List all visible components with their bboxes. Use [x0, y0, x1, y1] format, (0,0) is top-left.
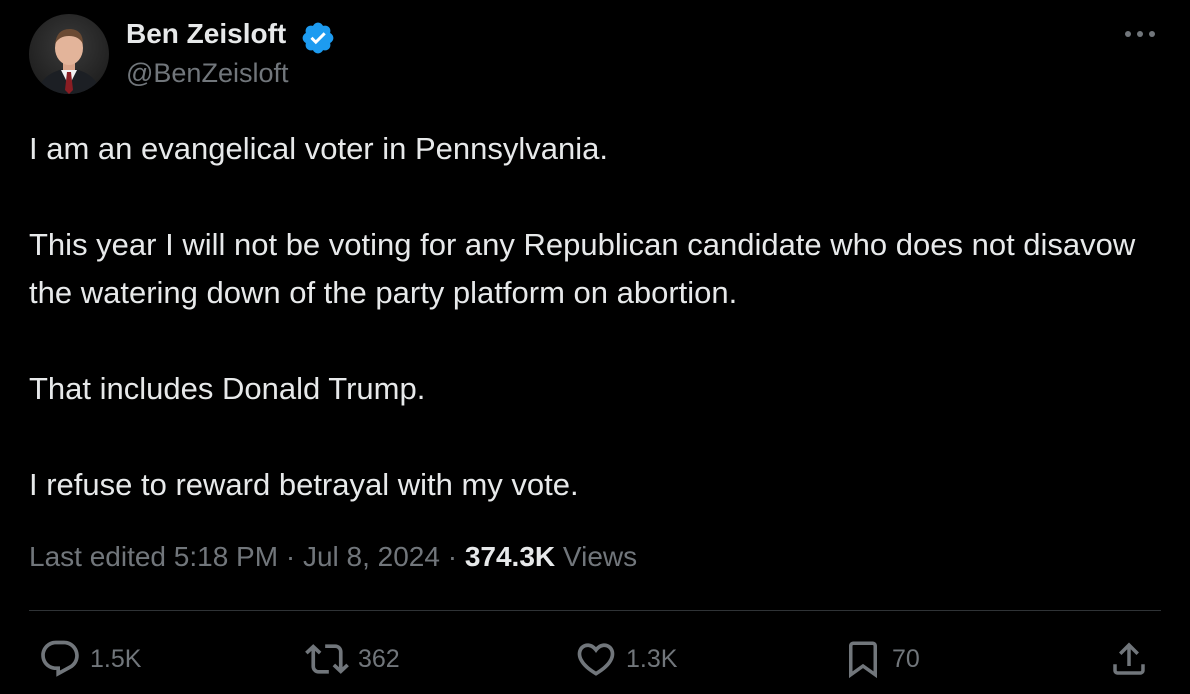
verified-badge-icon — [300, 20, 336, 56]
tweet-card: Ben Zeisloft @BenZeisloft I am an evange… — [0, 0, 1190, 694]
avatar-image — [29, 14, 109, 94]
meta-separator: · — [285, 541, 296, 572]
meta-separator: · — [447, 541, 458, 572]
divider — [29, 610, 1161, 611]
avatar[interactable] — [29, 14, 109, 94]
tweet-date[interactable]: Jul 8, 2024 — [303, 541, 440, 572]
share-button[interactable] — [1108, 638, 1150, 680]
repost-icon — [304, 637, 350, 681]
tweet-paragraph: That includes Donald Trump. — [29, 371, 426, 406]
tweet-text: I am an evangelical voter in Pennsylvani… — [29, 125, 1169, 509]
repost-count: 362 — [358, 644, 400, 673]
tweet-paragraph: This year I will not be voting for any R… — [29, 227, 1136, 310]
edited-label[interactable]: Last edited — [29, 541, 166, 572]
like-count: 1.3K — [626, 644, 678, 673]
tweet-time[interactable]: 5:18 PM — [174, 541, 278, 572]
tweet-paragraph: I am an evangelical voter in Pennsylvani… — [29, 131, 608, 166]
reply-button[interactable]: 1.5K — [38, 638, 141, 680]
more-horizontal-icon[interactable] — [1120, 22, 1160, 46]
share-icon — [1108, 637, 1150, 681]
tweet-paragraph: I refuse to reward betrayal with my vote… — [29, 467, 579, 502]
views-count[interactable]: 374.3K — [465, 541, 555, 572]
repost-button[interactable]: 362 — [304, 638, 400, 680]
tweet-meta: Last edited 5:18 PM · Jul 8, 2024 · 374.… — [29, 538, 637, 576]
like-button[interactable]: 1.3K — [574, 638, 677, 680]
bookmark-count: 70 — [892, 644, 920, 673]
author-handle[interactable]: @BenZeisloft — [126, 56, 288, 90]
bookmark-icon — [842, 637, 884, 681]
reply-icon — [38, 637, 82, 681]
author-name[interactable]: Ben Zeisloft — [126, 16, 286, 52]
bookmark-button[interactable]: 70 — [842, 638, 920, 680]
reply-count: 1.5K — [90, 644, 142, 673]
heart-icon — [574, 637, 618, 681]
views-label[interactable]: Views — [563, 541, 637, 572]
